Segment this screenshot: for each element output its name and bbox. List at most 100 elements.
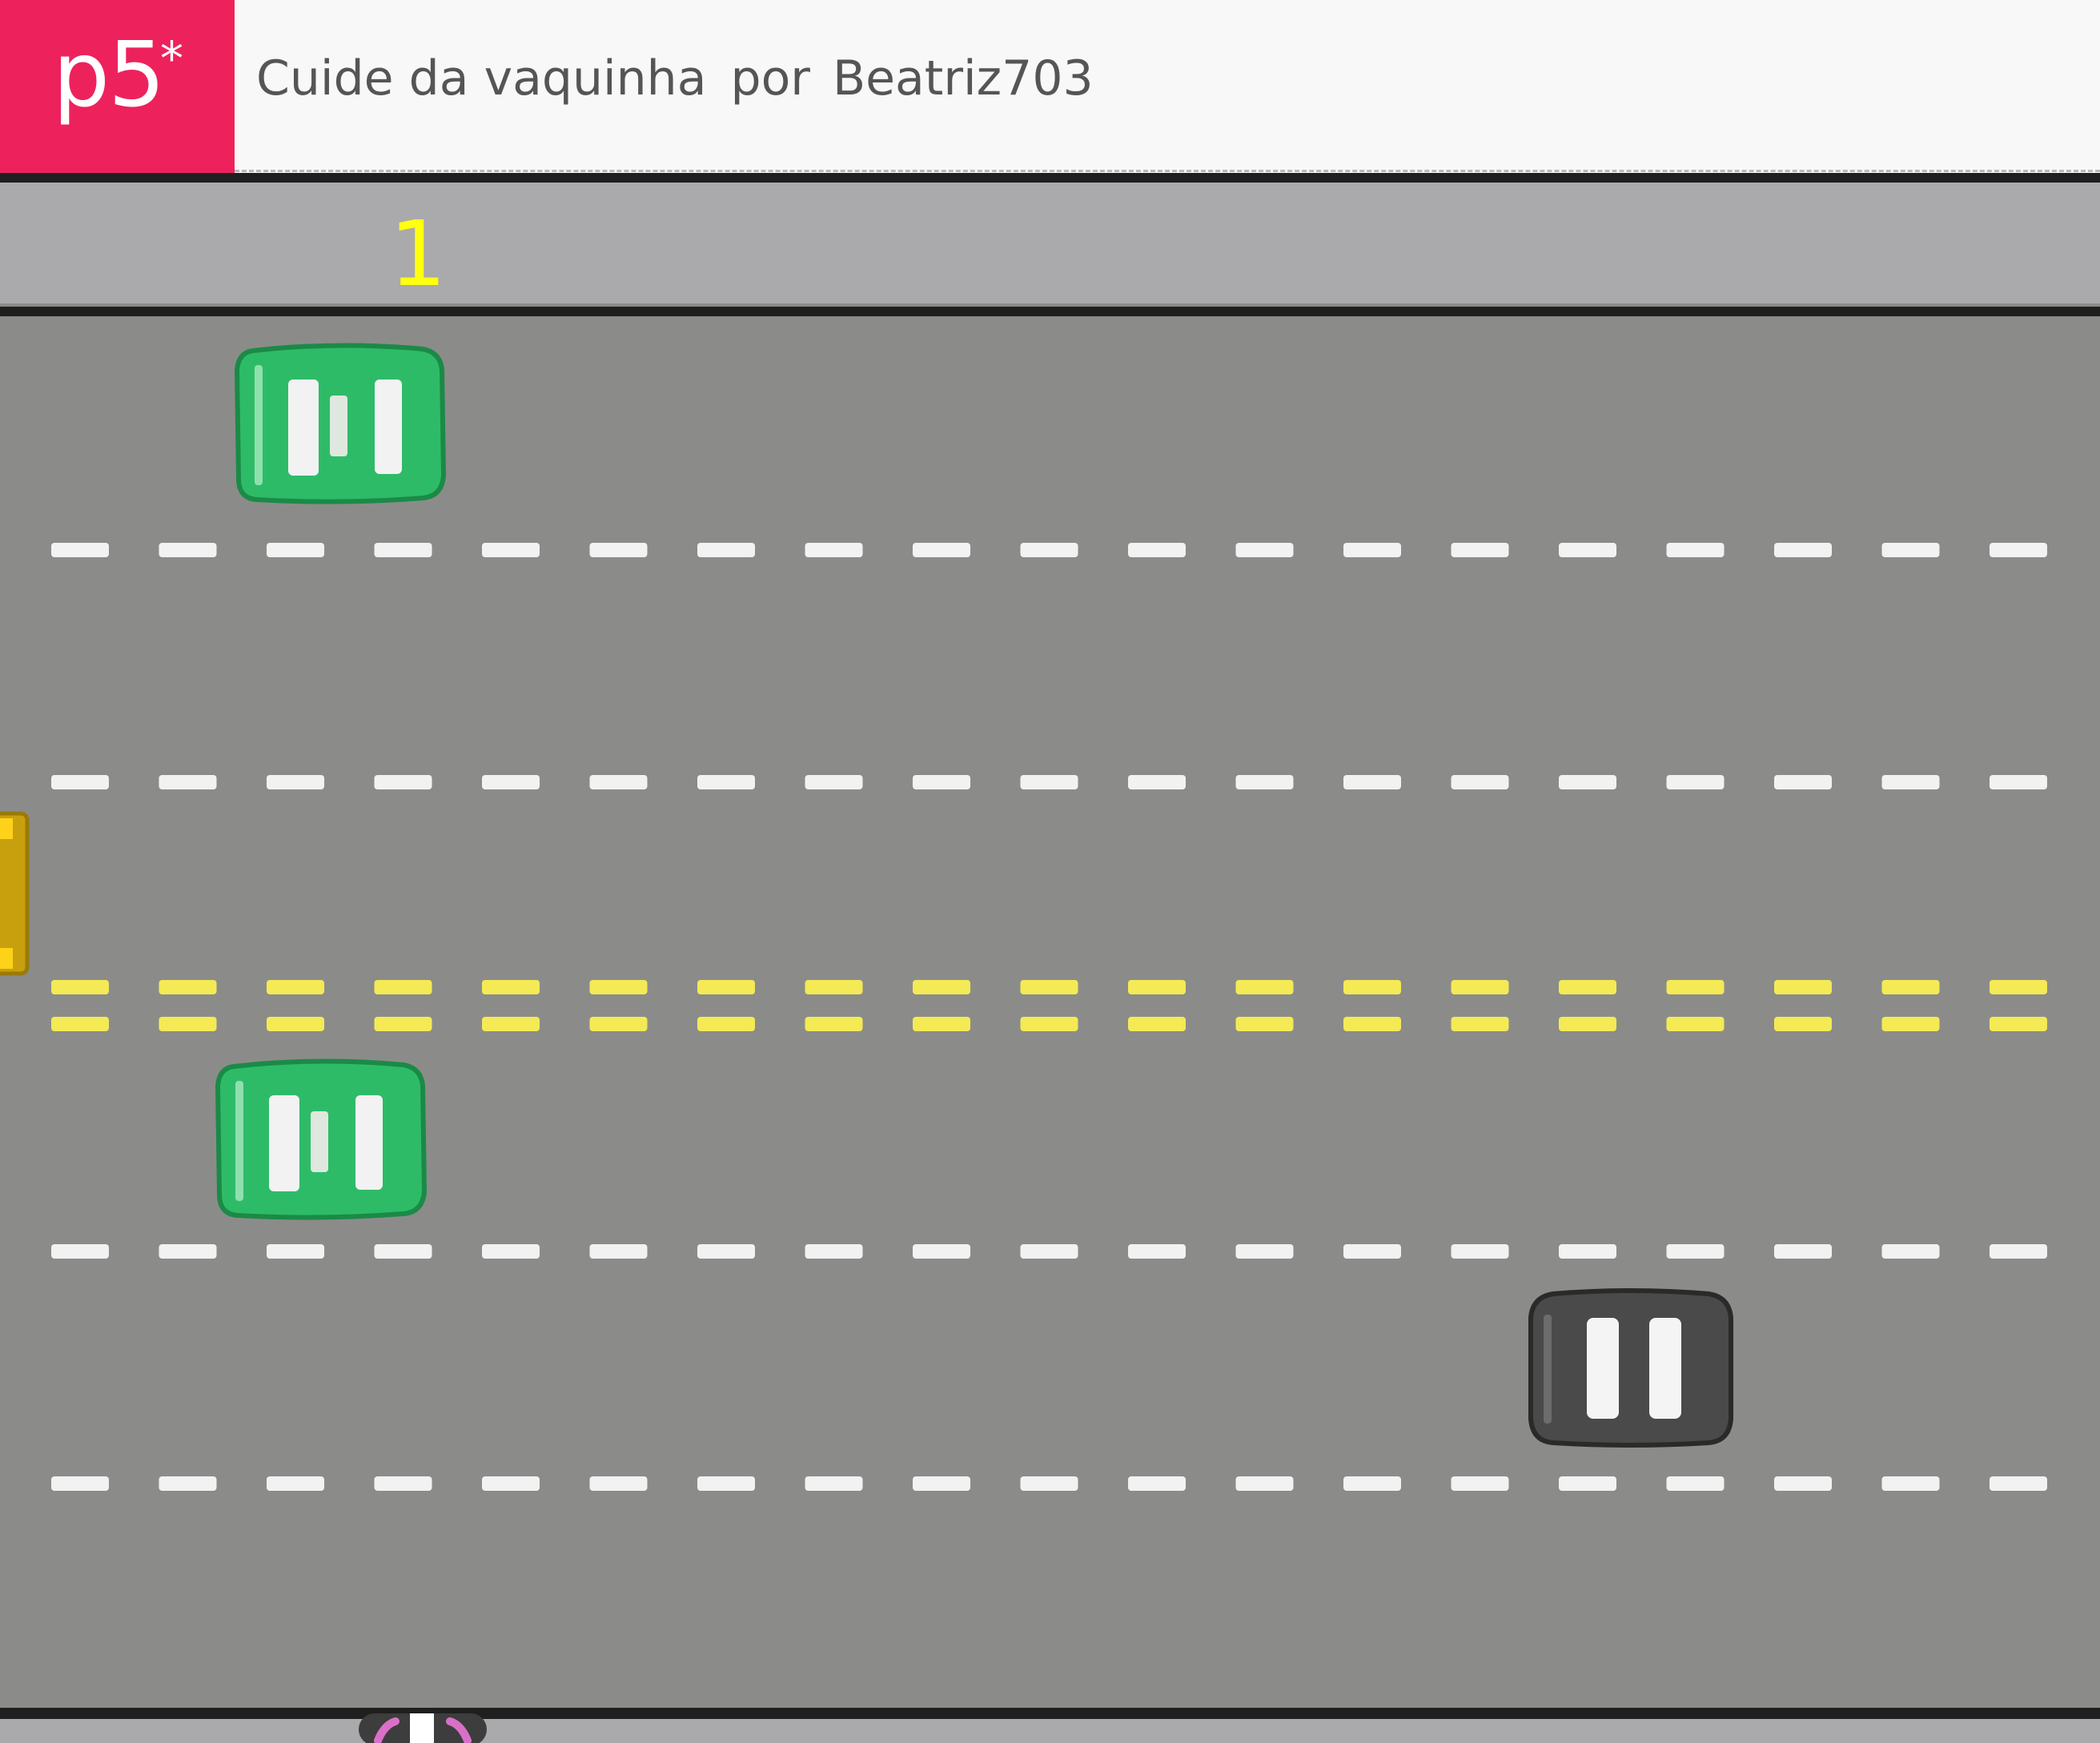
lane-dash [482, 543, 540, 557]
lane-dash [1235, 1476, 1294, 1491]
road-asphalt [0, 316, 2100, 1709]
lane-dash [1990, 775, 2047, 789]
score-counter: 1 [389, 203, 446, 307]
p5-logo[interactable]: p5 * [0, 0, 235, 173]
top-curb [0, 173, 2100, 183]
lane-dash [1881, 543, 1940, 557]
lane-dash [1990, 1476, 2047, 1491]
lane-dash [51, 1017, 109, 1031]
black-car [1528, 1288, 1733, 1448]
lane-dash [1990, 1244, 2047, 1259]
lane-dash [1666, 1017, 1725, 1031]
top-sidewalk [0, 179, 2100, 303]
bottom-sidewalk [0, 1719, 2100, 1743]
p5-logo-asterisk: * [160, 31, 183, 86]
p5-logo-text: p5 [53, 23, 165, 127]
lane-dash [1343, 1476, 1401, 1491]
lane-dash [589, 1476, 648, 1491]
lane-dash [1666, 1244, 1725, 1259]
lane-dash [913, 543, 970, 557]
lane-dash [1881, 980, 1940, 994]
lane-dash [1451, 1244, 1509, 1259]
lane-dash [1020, 1017, 1078, 1031]
lane-dash [1020, 543, 1078, 557]
lane-dash [1235, 980, 1294, 994]
lane-dash [482, 1476, 540, 1491]
lane-dash [1235, 1017, 1294, 1031]
lane-dash [1666, 543, 1725, 557]
lane-dash [1666, 1476, 1725, 1491]
lane-dash [913, 775, 970, 789]
lane-dash [267, 1244, 324, 1259]
author-name[interactable]: Beatriz703 [833, 54, 1094, 102]
lane-dash [1128, 1476, 1186, 1491]
lane-dash [51, 1244, 109, 1259]
lane-dash [159, 1476, 217, 1491]
lane-dash [1666, 775, 1725, 789]
lane-dash [1559, 1476, 1616, 1491]
lane-dash [589, 980, 648, 994]
lane-dash [697, 1244, 755, 1259]
by-label: por [730, 50, 810, 106]
green-car-top [234, 343, 447, 504]
lane-dash [51, 543, 109, 557]
lane-dash [482, 980, 540, 994]
lane-dash [589, 1244, 648, 1259]
lane-dash [805, 1244, 863, 1259]
lane-dash [374, 775, 432, 789]
lane-dash [1235, 543, 1294, 557]
lane-dash [1774, 1476, 1832, 1491]
lane-dash [1881, 1244, 1940, 1259]
header-divider [235, 170, 2100, 172]
lane-dash [1774, 1244, 1832, 1259]
lane-dash [1990, 1017, 2047, 1031]
lane-dash [1559, 1017, 1616, 1031]
lane-dash [1881, 1017, 1940, 1031]
yellow-car-left [0, 811, 30, 976]
lane-dash [1881, 1476, 1940, 1491]
lane-dash [1990, 543, 2047, 557]
lane-dash [267, 543, 324, 557]
lane-dash [697, 775, 755, 789]
lane-dash [805, 775, 863, 789]
lane-dash [1774, 1017, 1832, 1031]
lane-dash [1020, 1476, 1078, 1491]
road-edge-bottom [0, 1708, 2100, 1719]
lane-dash [697, 980, 755, 994]
lane-dash [374, 543, 432, 557]
lane-dash [159, 980, 217, 994]
lane-dash [913, 980, 970, 994]
road-edge-top [0, 307, 2100, 316]
lane-dash [1128, 543, 1186, 557]
lane-dash [159, 543, 217, 557]
p5-sketch-page: p5 * Cuide da vaquinha por Beatriz703 1 [0, 0, 2100, 1743]
lane-dash [1020, 775, 1078, 789]
lane-dash [1774, 775, 1832, 789]
lane-dash [267, 1476, 324, 1491]
lane-dash [913, 1017, 970, 1031]
lane-dash [1235, 775, 1294, 789]
lane-dash [1559, 543, 1616, 557]
lane-dash [159, 1017, 217, 1031]
lane-dash [374, 1476, 432, 1491]
lane-dash [589, 1017, 648, 1031]
lane-dash [51, 775, 109, 789]
lane-dash [1451, 1017, 1509, 1031]
lane-dash [1343, 543, 1401, 557]
lane-dash [267, 775, 324, 789]
lane-dash [1020, 980, 1078, 994]
lane-dash [1666, 980, 1725, 994]
cow-player[interactable] [359, 1713, 487, 1743]
lane-dash [267, 1017, 324, 1031]
lane-dash [159, 1244, 217, 1259]
lane-dash [913, 1244, 970, 1259]
lane-dash [805, 980, 863, 994]
game-canvas[interactable]: 1 [0, 173, 2100, 1743]
sketch-name[interactable]: Cuide da vaquinha [256, 54, 706, 102]
lane-dash [1451, 980, 1509, 994]
lane-dash [374, 1017, 432, 1031]
lane-dash [1343, 980, 1401, 994]
lane-dash [1881, 775, 1940, 789]
lane-dash [1774, 980, 1832, 994]
lane-dash [697, 543, 755, 557]
